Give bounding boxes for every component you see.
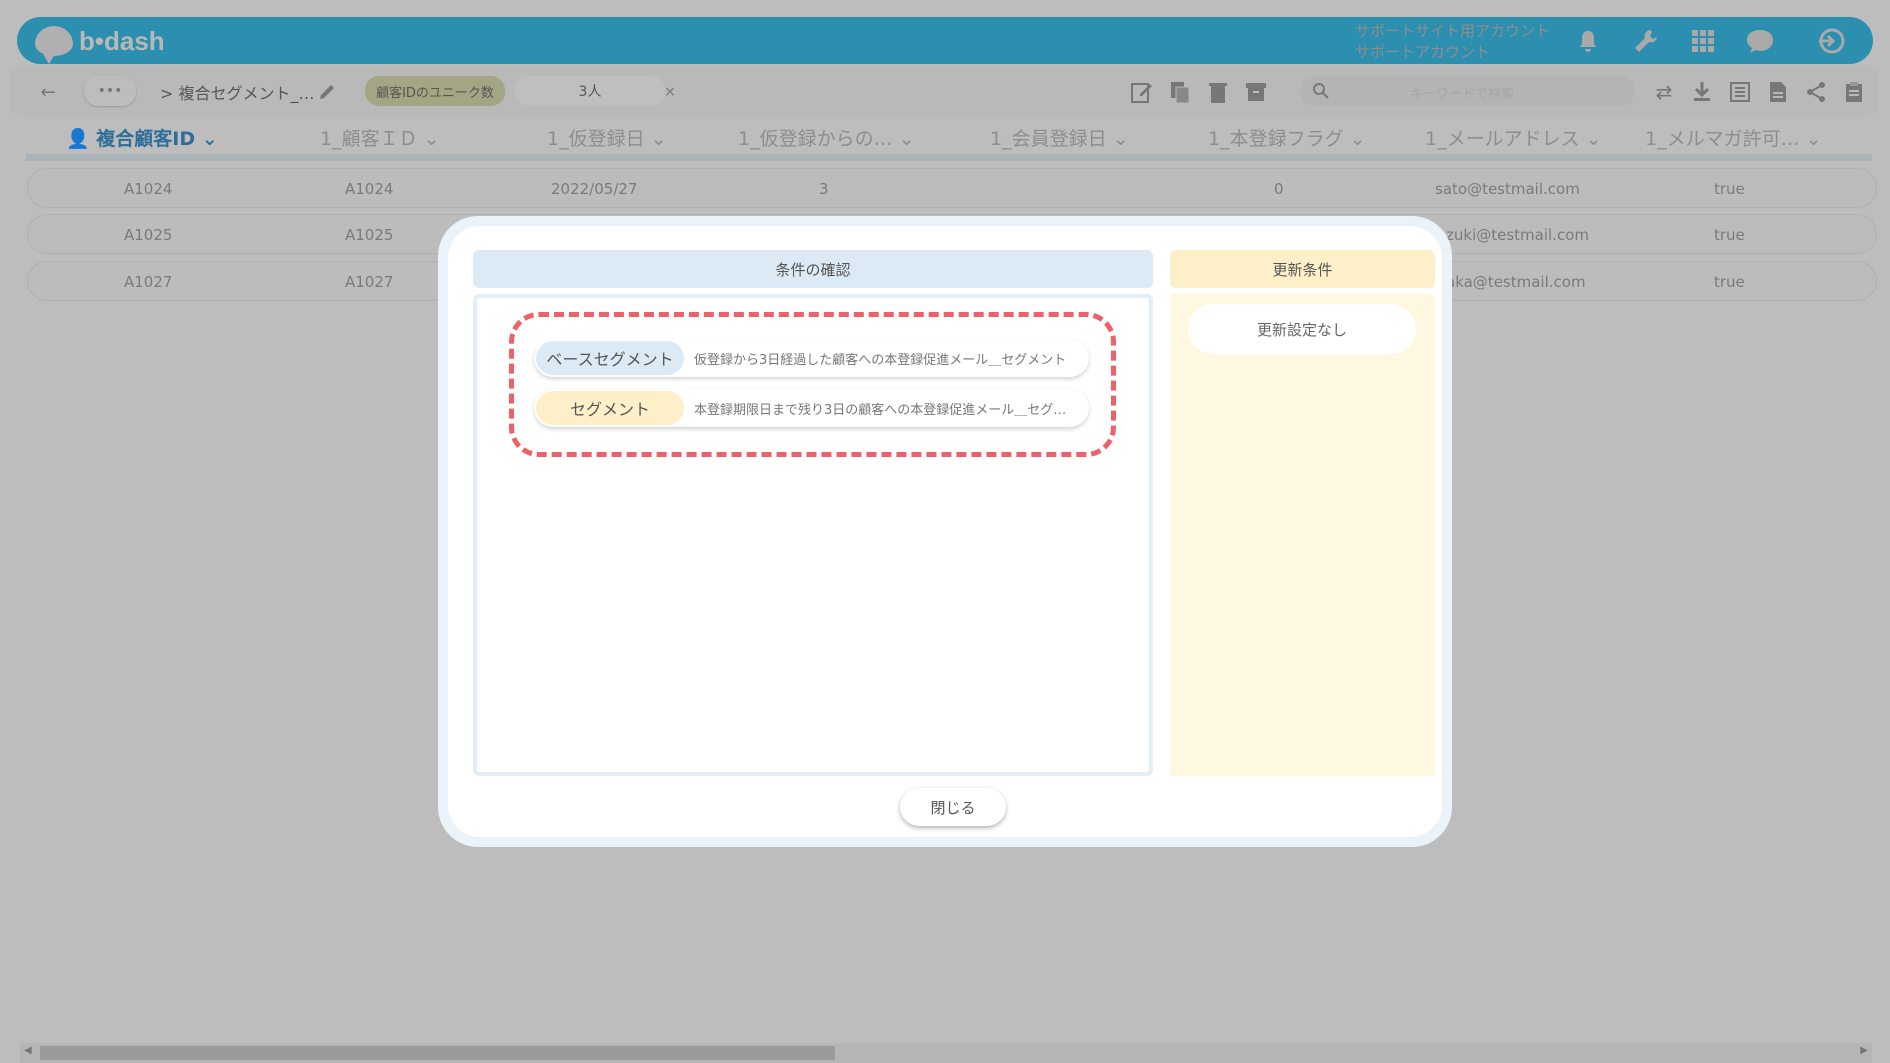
scroll-right-icon[interactable]: ▶ <box>1860 1045 1868 1056</box>
close-button[interactable]: 閉じる <box>900 788 1006 826</box>
cell: zuki@testmail.com <box>1446 226 1589 244</box>
search-icon <box>1312 82 1330 104</box>
logo-text: b•dash <box>79 25 165 56</box>
copy-icon[interactable] <box>1166 78 1194 106</box>
search-placeholder: キーワードで検索 <box>1410 87 1515 102</box>
column-header-email[interactable]: 1_メールアドレス ⌄ <box>1425 124 1602 151</box>
chevron-down-icon: ⌄ <box>898 128 915 150</box>
logout-icon[interactable] <box>1815 25 1847 57</box>
column-label: 1_本登録フラグ <box>1208 128 1344 150</box>
count-value: 3人 <box>515 76 665 106</box>
column-label: 1_仮登録からの… <box>738 128 893 150</box>
column-label: 1_メールアドレス <box>1425 128 1580 150</box>
cell: A1024 <box>345 180 394 198</box>
chevron-down-icon: ⌄ <box>1585 128 1602 150</box>
cell: true <box>1714 180 1745 198</box>
cell: true <box>1714 273 1745 291</box>
bell-icon[interactable] <box>1572 25 1604 57</box>
more-button[interactable]: ••• <box>84 76 136 106</box>
table-row[interactable]: A1024 A1024 2022/05/27 3 0 sato@testmail… <box>27 168 1877 208</box>
conditions-title: 条件の確認 <box>473 250 1153 288</box>
list-view-icon[interactable] <box>1726 78 1754 106</box>
header-divider <box>26 154 1872 161</box>
update-conditions-panel: 更新設定なし <box>1170 294 1435 776</box>
refresh-off-icon[interactable]: ⨯ <box>658 80 682 104</box>
cell: A1027 <box>124 273 173 291</box>
column-label: 1_会員登録日 <box>990 128 1107 150</box>
column-header-newsletter[interactable]: 1_メルマガ許可… ⌄ <box>1645 124 1822 151</box>
toolbar: ← ••• > 複合セグメント_… 顧客IDのユニーク数 3人 ⨯ キーワードで… <box>10 68 1878 116</box>
no-update-setting: 更新設定なし <box>1188 304 1416 354</box>
column-header-days-since[interactable]: 1_仮登録からの… ⌄ <box>738 124 915 151</box>
chevron-down-icon: ⌄ <box>1112 128 1129 150</box>
apps-grid-icon[interactable] <box>1687 25 1719 57</box>
repeat-icon[interactable]: ⇄ <box>1650 78 1678 106</box>
column-label: 1_メルマガ許可… <box>1645 128 1800 150</box>
account-user: サポートアカウント <box>1355 43 1491 61</box>
unique-count-chip[interactable]: 顧客IDのユニーク数 <box>365 76 505 106</box>
clipboard-icon[interactable] <box>1840 78 1868 106</box>
base-segment-value: 仮登録から3日経過した顧客への本登録促進メール＿セグメント <box>694 352 1067 368</box>
segment-row[interactable]: セグメント 本登録期限日まで残り3日の顧客への本登録促進メール＿セグ… <box>534 389 1089 427</box>
cell: A1027 <box>345 273 394 291</box>
cell: A1025 <box>345 226 394 244</box>
wrench-icon[interactable] <box>1630 25 1662 57</box>
column-header-member-reg-date[interactable]: 1_会員登録日 ⌄ <box>990 124 1129 151</box>
cell: 2022/05/27 <box>551 180 638 198</box>
cell: A1024 <box>124 180 173 198</box>
update-conditions-title: 更新条件 <box>1170 250 1435 288</box>
column-header-temp-reg-date[interactable]: 1_仮登録日 ⌄ <box>547 124 667 151</box>
base-segment-row[interactable]: ベースセグメント 仮登録から3日経過した顧客への本登録促進メール＿セグメント <box>534 339 1089 377</box>
base-segment-label: ベースセグメント <box>536 341 684 375</box>
chat-help-icon[interactable] <box>1744 25 1776 57</box>
account-name: サポートサイト用アカウント <box>1355 22 1551 40</box>
document-icon[interactable] <box>1764 78 1792 106</box>
cell: 3 <box>819 180 829 198</box>
scrollbar-thumb[interactable] <box>40 1046 835 1060</box>
column-label: 複合顧客ID <box>96 128 196 150</box>
horizontal-scrollbar[interactable]: ◀ ▶ <box>20 1043 1872 1063</box>
chevron-down-icon: ⌄ <box>650 128 667 150</box>
account-info[interactable]: サポートサイト用アカウント サポートアカウント <box>1355 21 1550 63</box>
logo[interactable]: b•dash <box>35 23 165 64</box>
chevron-down-icon: ⌄ <box>423 128 440 150</box>
trash-icon[interactable] <box>1204 78 1232 106</box>
segment-label: セグメント <box>536 391 684 425</box>
cell: A1025 <box>124 226 173 244</box>
column-label: 1_仮登録日 <box>547 128 645 150</box>
back-arrow-icon[interactable]: ← <box>36 80 60 104</box>
breadcrumb[interactable]: > 複合セグメント_… <box>160 80 315 104</box>
archive-icon[interactable] <box>1242 78 1270 106</box>
scroll-left-icon[interactable]: ◀ <box>24 1045 32 1056</box>
user-icon: 👤 <box>66 128 90 150</box>
cell: 0 <box>1274 180 1284 198</box>
column-header-composite-id[interactable]: 👤 複合顧客ID ⌄ <box>66 124 218 151</box>
highlight-box: ベースセグメント 仮登録から3日経過した顧客への本登録促進メール＿セグメント セ… <box>509 312 1116 457</box>
cell: sato@testmail.com <box>1435 180 1580 198</box>
column-header-customer-id[interactable]: 1_顧客ＩＤ ⌄ <box>320 124 440 151</box>
edit-note-icon[interactable] <box>1128 78 1156 106</box>
download-icon[interactable] <box>1688 78 1716 106</box>
search-input[interactable]: キーワードで検索 <box>1300 76 1635 106</box>
modal-body: 条件の確認 ベースセグメント 仮登録から3日経過した顧客への本登録促進メール＿セ… <box>448 226 1442 837</box>
chevron-down-icon: ⌄ <box>1805 128 1822 150</box>
cell: aka@testmail.com <box>1446 273 1586 291</box>
segment-value: 本登録期限日まで残り3日の顧客への本登録促進メール＿セグ… <box>694 402 1067 418</box>
chevron-down-icon: ⌄ <box>201 128 218 150</box>
app-header: b•dash サポートサイト用アカウント サポートアカウント <box>17 17 1873 64</box>
condition-modal: 条件の確認 ベースセグメント 仮登録から3日経過した顧客への本登録促進メール＿セ… <box>438 216 1452 847</box>
conditions-panel: ベースセグメント 仮登録から3日経過した顧客への本登録促進メール＿セグメント セ… <box>473 294 1153 776</box>
share-icon[interactable] <box>1802 78 1830 106</box>
cell: true <box>1714 226 1745 244</box>
column-label: 1_顧客ＩＤ <box>320 128 418 150</box>
column-header-reg-flag[interactable]: 1_本登録フラグ ⌄ <box>1208 124 1366 151</box>
edit-pencil-icon[interactable] <box>315 80 339 104</box>
logo-bubble-icon <box>35 26 73 64</box>
chevron-down-icon: ⌄ <box>1349 128 1366 150</box>
